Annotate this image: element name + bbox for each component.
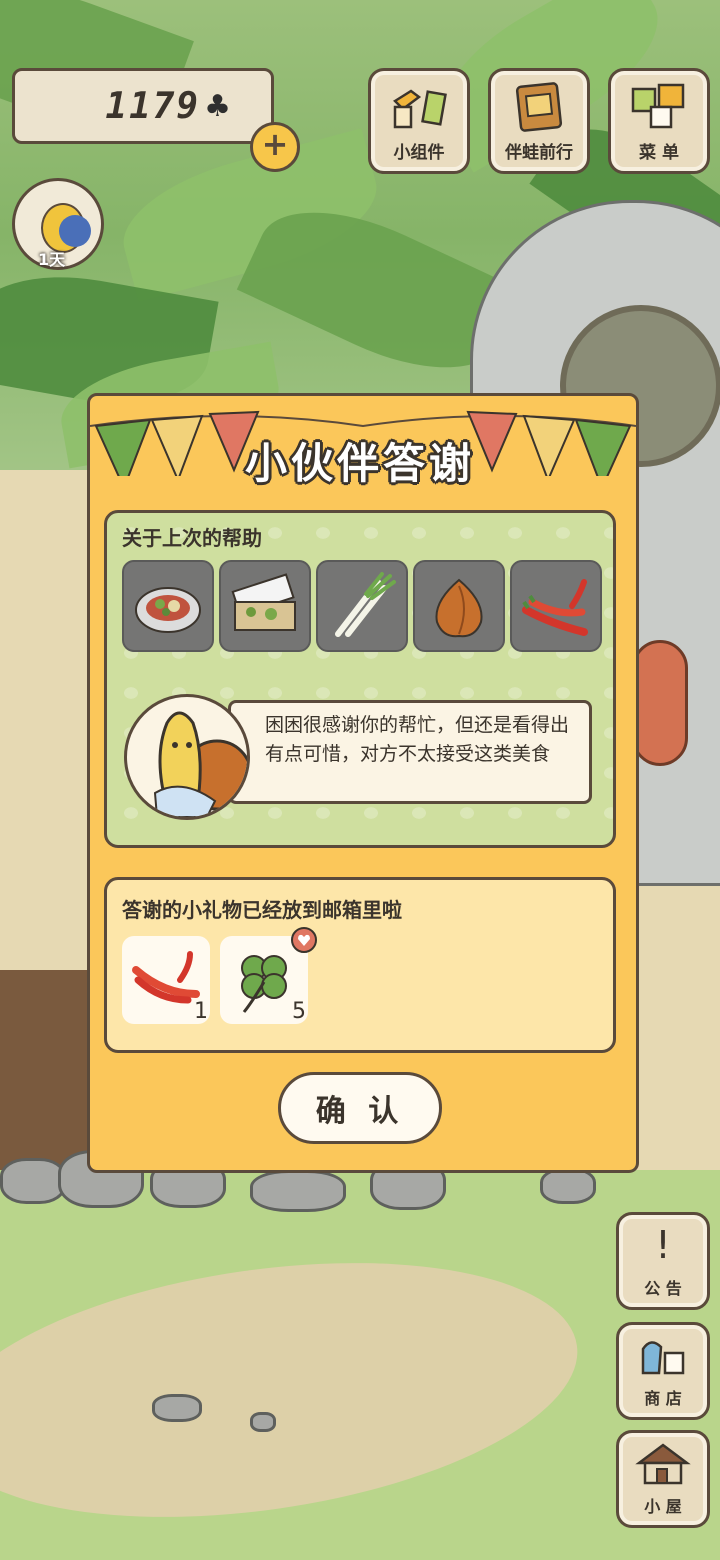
shop-bag-icon	[641, 1341, 685, 1375]
journey-button[interactable]: 伴蛙前行	[488, 68, 590, 174]
house-label: 小 屋	[644, 1497, 682, 1516]
shop-button[interactable]: 商 店	[616, 1322, 710, 1420]
menu-cards-icon	[631, 83, 685, 129]
chili-pepper-icon	[522, 579, 588, 636]
four-leaf-clover-icon	[241, 955, 287, 1013]
visitor-portrait	[124, 694, 250, 820]
salad-plate-icon	[135, 587, 201, 633]
bento-box-icon	[231, 573, 296, 631]
gift-section-label: 答谢的小礼物已经放到邮箱里啦	[122, 898, 402, 922]
gift-item: 1	[122, 936, 210, 1024]
clover-count: 1179	[105, 85, 201, 127]
menu-button[interactable]: 菜 单	[608, 68, 710, 174]
gift-quantity: 1	[194, 999, 208, 1024]
notice-button[interactable]: ! 公 告	[616, 1212, 710, 1310]
food-item	[122, 560, 214, 652]
add-clover-button[interactable]: +	[250, 122, 300, 172]
dirt-patch	[0, 970, 95, 1170]
red-mushroom	[632, 640, 688, 766]
house-button[interactable]: 小 屋	[616, 1430, 710, 1528]
plus-icon: +	[261, 125, 289, 163]
club-icon: ♣	[204, 88, 231, 124]
green-onion-icon	[335, 572, 396, 637]
journey-book-icon	[515, 82, 563, 132]
visitor-message: 困困很感谢你的帮忙，但还是看得出有点可惜，对方不太接受这类美食	[228, 700, 592, 804]
visitor-avatar-icon	[59, 215, 91, 247]
chili-pepper-icon	[132, 951, 200, 1004]
pebble	[250, 1412, 276, 1432]
food-item	[413, 560, 505, 652]
menu-label: 菜 单	[639, 143, 679, 163]
widget-icon	[393, 89, 447, 129]
heart-bonus-icon	[291, 927, 317, 953]
snail-character-icon	[153, 711, 247, 817]
exclamation-icon: !	[655, 1223, 671, 1267]
house-icon	[635, 1443, 691, 1485]
food-item	[510, 560, 602, 652]
shop-label: 商 店	[644, 1389, 682, 1408]
dialog-title: 小伙伴答谢	[244, 439, 475, 488]
journey-label: 伴蛙前行	[505, 143, 573, 163]
notice-label: 公 告	[644, 1279, 682, 1298]
help-section-label: 关于上次的帮助	[122, 526, 262, 550]
clover-counter: 1179 ♣	[12, 68, 274, 144]
confirm-button[interactable]: 确 认	[278, 1072, 442, 1144]
day-counter: 1天	[38, 250, 66, 269]
widget-label: 小组件	[393, 143, 445, 163]
pebble	[152, 1394, 202, 1422]
onion-icon	[435, 578, 483, 638]
food-item	[219, 560, 311, 652]
food-item	[316, 560, 408, 652]
widget-button[interactable]: 小组件	[368, 68, 470, 174]
gift-quantity: 5	[292, 999, 306, 1024]
